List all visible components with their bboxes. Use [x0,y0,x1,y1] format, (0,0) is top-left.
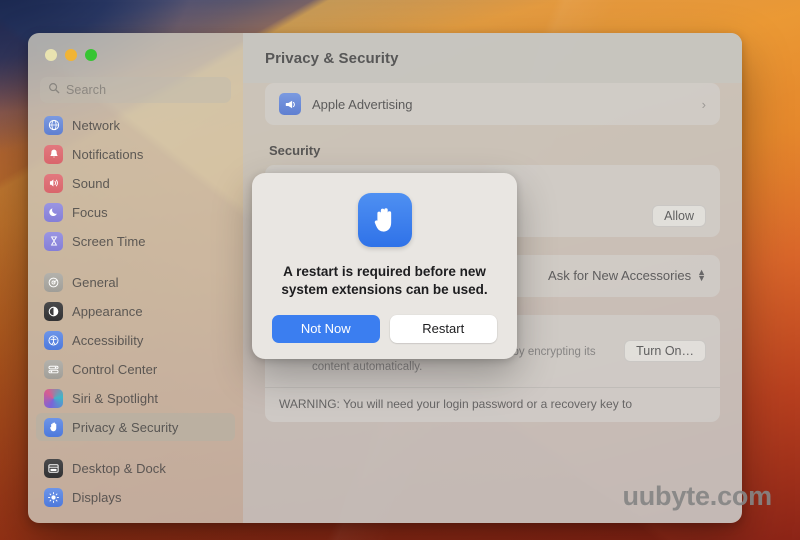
sidebar-item-general[interactable]: General [36,268,235,296]
security-section-heading: Security [269,143,321,158]
filevault-turn-on-button[interactable]: Turn On… [624,339,706,362]
sidebar-item-label: Privacy & Security [72,419,179,435]
hourglass-icon [44,231,63,251]
sidebar-item-label: Sound [72,175,110,191]
chevron-right-icon: › [701,96,706,112]
sidebar: Search Network Notifications Sound Focus… [28,33,243,523]
hand-icon [357,193,412,247]
hand-icon [44,417,63,437]
row-actions: Allow [652,204,706,227]
speaker-icon [44,173,63,193]
search-input[interactable]: Search [40,77,231,103]
sidebar-group-divider [36,256,235,268]
search-icon [48,81,60,99]
sidebar-item-siri-spotlight[interactable]: Siri & Spotlight [36,384,235,412]
restart-button[interactable]: Restart [389,314,497,343]
window-controls [28,33,243,77]
page-title: Privacy & Security [265,49,399,67]
sun-icon [44,487,63,507]
restart-required-dialog: A restart is required before new system … [252,173,517,359]
sidebar-item-label: Displays [72,489,122,505]
apple-advertising-row[interactable]: Apple Advertising › [265,83,720,125]
contrast-icon [44,301,63,321]
dialog-message: A restart is required before new system … [281,264,488,297]
dialog-buttons: Not Now Restart [272,314,497,343]
desktop-wallpaper: Search Network Notifications Sound Focus… [0,0,800,540]
chevron-updown-icon: ▲ ▼ [697,266,706,283]
minimize-button-icon[interactable] [65,49,77,61]
accessories-popup-button[interactable]: Ask for New Accessories ▲ ▼ [548,268,706,283]
sidebar-item-label: Appearance [72,303,143,319]
search-container: Search [28,77,243,103]
sidebar-item-label: Siri & Spotlight [72,390,159,406]
pane-header: Privacy & Security [243,33,742,83]
desktop-icon [44,458,63,478]
close-button-icon[interactable] [45,49,57,61]
network-icon [44,115,63,135]
siri-icon [44,388,63,408]
megaphone-icon [279,93,301,115]
sidebar-item-appearance[interactable]: Appearance [36,297,235,325]
sidebar-item-sound[interactable]: Sound [36,169,235,197]
sidebar-item-displays[interactable]: Displays [36,483,235,511]
sidebar-item-privacy-security[interactable]: Privacy & Security [36,413,235,441]
sidebar-item-accessibility[interactable]: Accessibility [36,326,235,354]
watermark: uubyte.com [622,481,772,511]
advertising-card: Apple Advertising › [265,83,720,125]
moon-icon [44,202,63,222]
row-label: Apple Advertising [312,96,413,112]
sidebar-item-label: Control Center [72,361,158,377]
sidebar-item-desktop-dock[interactable]: Desktop & Dock [36,454,235,482]
bell-icon [44,144,63,164]
filevault-warning: WARNING: You will need your login passwo… [265,386,720,423]
sidebar-item-network[interactable]: Network [36,111,235,139]
sidebar-item-label: Network [72,117,121,133]
sidebar-item-label: Desktop & Dock [72,460,166,476]
search-placeholder: Search [66,83,107,97]
sidebar-item-label: Notifications [72,146,144,162]
accessories-popup-value: Ask for New Accessories [548,268,692,283]
sidebar-item-control-center[interactable]: Control Center [36,355,235,383]
sidebar-item-label: Accessibility [72,332,144,348]
row-actions: Turn On… [624,326,706,376]
sidebar-item-screen-time[interactable]: Screen Time [36,227,235,255]
sidebar-item-label: Focus [72,204,108,220]
sidebar-group-divider [36,442,235,454]
not-now-button[interactable]: Not Now [272,314,380,343]
gear-icon [44,272,63,292]
row-actions: Ask for New Accessories ▲ ▼ [548,268,706,283]
allow-button[interactable]: Allow [652,204,706,227]
sliders-icon [44,359,63,379]
sidebar-scroll-area[interactable]: Network Notifications Sound Focus Screen… [28,111,243,523]
accessibility-icon [44,330,63,350]
sidebar-item-notifications[interactable]: Notifications [36,140,235,168]
sidebar-item-label: Screen Time [72,233,146,249]
sidebar-list: Network Notifications Sound Focus Screen… [28,111,243,511]
zoom-button-icon[interactable] [85,49,97,61]
sidebar-item-focus[interactable]: Focus [36,198,235,226]
sidebar-item-label: General [72,274,119,290]
